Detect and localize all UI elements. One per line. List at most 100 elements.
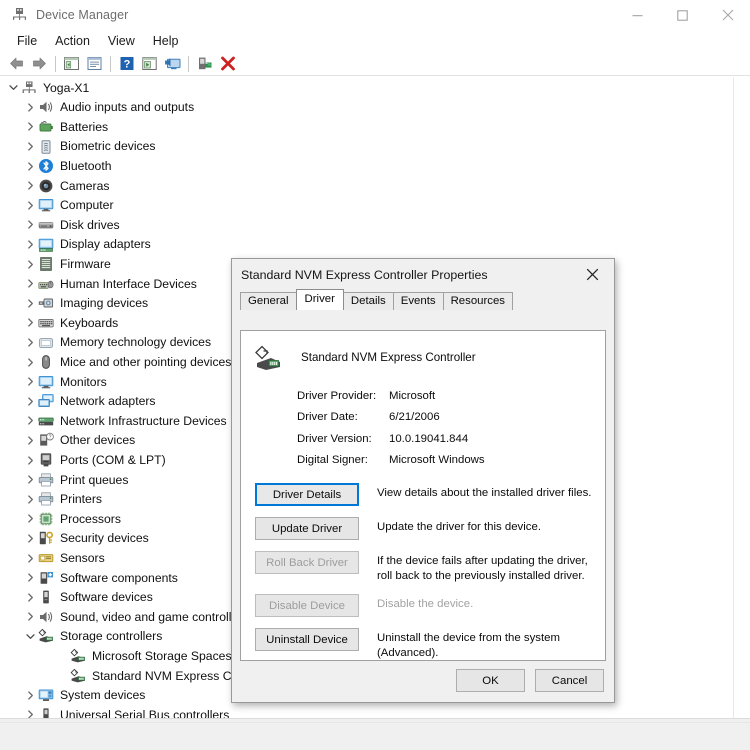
tab-general[interactable]: General xyxy=(240,292,297,310)
chevron-right-icon[interactable] xyxy=(23,588,38,607)
roll-back-driver-button: Roll Back Driver xyxy=(255,551,359,574)
disk-drive-icon xyxy=(38,217,54,233)
chevron-right-icon[interactable] xyxy=(23,568,38,587)
chevron-right-icon[interactable] xyxy=(23,313,38,332)
back-icon[interactable] xyxy=(5,53,28,74)
tree-row[interactable]: Biometric devices xyxy=(0,137,750,157)
network-adapter-icon xyxy=(38,393,54,409)
security-key-icon xyxy=(38,530,54,546)
chevron-right-icon[interactable] xyxy=(23,333,38,352)
chevron-right-icon[interactable] xyxy=(23,117,38,136)
tree-row-root[interactable]: Yoga-X1 xyxy=(0,78,750,98)
chevron-right-icon[interactable] xyxy=(23,705,38,718)
tree-row[interactable]: Cameras xyxy=(0,176,750,196)
tree-row[interactable]: Audio inputs and outputs xyxy=(0,98,750,118)
tree-row[interactable]: Universal Serial Bus controllers xyxy=(0,705,750,718)
display-adapter-icon xyxy=(38,237,54,253)
chevron-right-icon[interactable] xyxy=(23,686,38,705)
window-title: Device Manager xyxy=(36,8,129,22)
tree-row[interactable]: Display adapters xyxy=(0,235,750,255)
chevron-right-icon[interactable] xyxy=(23,176,38,195)
driver-info-table: Driver Provider: Microsoft Driver Date: … xyxy=(297,385,605,471)
chevron-right-icon[interactable] xyxy=(23,392,38,411)
menu-view[interactable]: View xyxy=(99,32,144,50)
tree-item-label: Display adapters xyxy=(60,237,151,252)
menu-help[interactable]: Help xyxy=(144,32,188,50)
chevron-right-icon[interactable] xyxy=(23,490,38,509)
digital-signer-value: Microsoft Windows xyxy=(389,454,485,467)
ok-button[interactable]: OK xyxy=(456,669,525,692)
update-driver-button[interactable]: Update Driver xyxy=(255,517,359,540)
tree-item-label: Sensors xyxy=(60,550,105,565)
info-row-digital-signer: Digital Signer: Microsoft Windows xyxy=(297,450,605,472)
tree-row[interactable]: Disk drives xyxy=(0,215,750,235)
tab-events[interactable]: Events xyxy=(392,292,444,310)
chevron-right-icon[interactable] xyxy=(23,607,38,626)
scan-for-hardware-changes-icon[interactable] xyxy=(161,53,184,74)
tree-item-label: Firmware xyxy=(60,257,111,272)
chevron-right-icon[interactable] xyxy=(23,157,38,176)
uninstall-device-button[interactable]: Uninstall Device xyxy=(255,628,359,651)
uninstall-device-icon[interactable] xyxy=(216,53,239,74)
chevron-right-icon[interactable] xyxy=(23,372,38,391)
toolbar: ? xyxy=(0,52,750,75)
chevron-right-icon[interactable] xyxy=(23,235,38,254)
action-row-update-driver: Update Driver Update the driver for this… xyxy=(241,517,605,540)
chevron-down-icon[interactable] xyxy=(23,627,38,646)
memory-icon xyxy=(38,335,54,351)
maximize-button[interactable] xyxy=(660,0,705,30)
tree-row[interactable]: Computer xyxy=(0,196,750,216)
roll-back-driver-description: If the device fails after updating the d… xyxy=(377,555,588,582)
update-driver-icon[interactable] xyxy=(138,53,161,74)
chevron-down-icon[interactable] xyxy=(6,78,21,97)
disable-device-button: Disable Device xyxy=(255,594,359,617)
chevron-right-icon[interactable] xyxy=(23,509,38,528)
forward-icon[interactable] xyxy=(28,53,51,74)
properties-icon[interactable] xyxy=(83,53,106,74)
port-icon xyxy=(38,452,54,468)
tree-item-label: Biometric devices xyxy=(60,139,156,154)
menu-action[interactable]: Action xyxy=(46,32,99,50)
show-hide-console-tree-icon[interactable] xyxy=(60,53,83,74)
device-properties-dialog: Standard NVM Express Controller Properti… xyxy=(231,258,615,703)
cancel-button[interactable]: Cancel xyxy=(535,669,604,692)
tree-row[interactable]: Bluetooth xyxy=(0,156,750,176)
tab-resources[interactable]: Resources xyxy=(442,292,514,310)
close-button[interactable] xyxy=(705,0,750,30)
storage-controller-large-icon xyxy=(253,343,283,373)
tab-driver[interactable]: Driver xyxy=(295,289,344,310)
driver-details-button[interactable]: Driver Details xyxy=(255,483,359,506)
tree-pane-divider xyxy=(733,78,734,718)
help-icon[interactable]: ? xyxy=(115,53,138,74)
chevron-right-icon[interactable] xyxy=(23,137,38,156)
device-manager-window: Device Manager File Action View Help ? Y… xyxy=(0,0,750,750)
dialog-close-button[interactable] xyxy=(570,259,614,289)
dialog-title: Standard NVM Express Controller Properti… xyxy=(241,267,488,282)
chevron-right-icon[interactable] xyxy=(23,294,38,313)
tree-item-label: Keyboards xyxy=(60,315,119,330)
minimize-button[interactable] xyxy=(615,0,660,30)
tree-item-label: Mice and other pointing devices xyxy=(60,355,232,369)
fingerprint-icon xyxy=(38,139,54,155)
chevron-right-icon[interactable] xyxy=(23,529,38,548)
chevron-right-icon[interactable] xyxy=(23,411,38,430)
tab-details[interactable]: Details xyxy=(342,292,394,310)
menu-file[interactable]: File xyxy=(8,32,46,50)
chevron-right-icon[interactable] xyxy=(23,549,38,568)
tree-row[interactable]: Batteries xyxy=(0,117,750,137)
chevron-right-icon[interactable] xyxy=(23,353,38,372)
chevron-right-icon[interactable] xyxy=(23,196,38,215)
firmware-icon xyxy=(38,256,54,272)
chevron-right-icon[interactable] xyxy=(23,470,38,489)
chevron-right-icon[interactable] xyxy=(23,431,38,450)
chevron-right-icon[interactable] xyxy=(23,215,38,234)
chevron-right-icon[interactable] xyxy=(23,451,38,470)
add-legacy-hardware-icon[interactable] xyxy=(193,53,216,74)
info-row-driver-version: Driver Version: 10.0.19041.844 xyxy=(297,428,605,450)
bluetooth-icon xyxy=(38,158,54,174)
chevron-right-icon[interactable] xyxy=(23,274,38,293)
chevron-right-icon[interactable] xyxy=(23,255,38,274)
printer-icon xyxy=(38,491,54,507)
chevron-right-icon[interactable] xyxy=(23,98,38,117)
